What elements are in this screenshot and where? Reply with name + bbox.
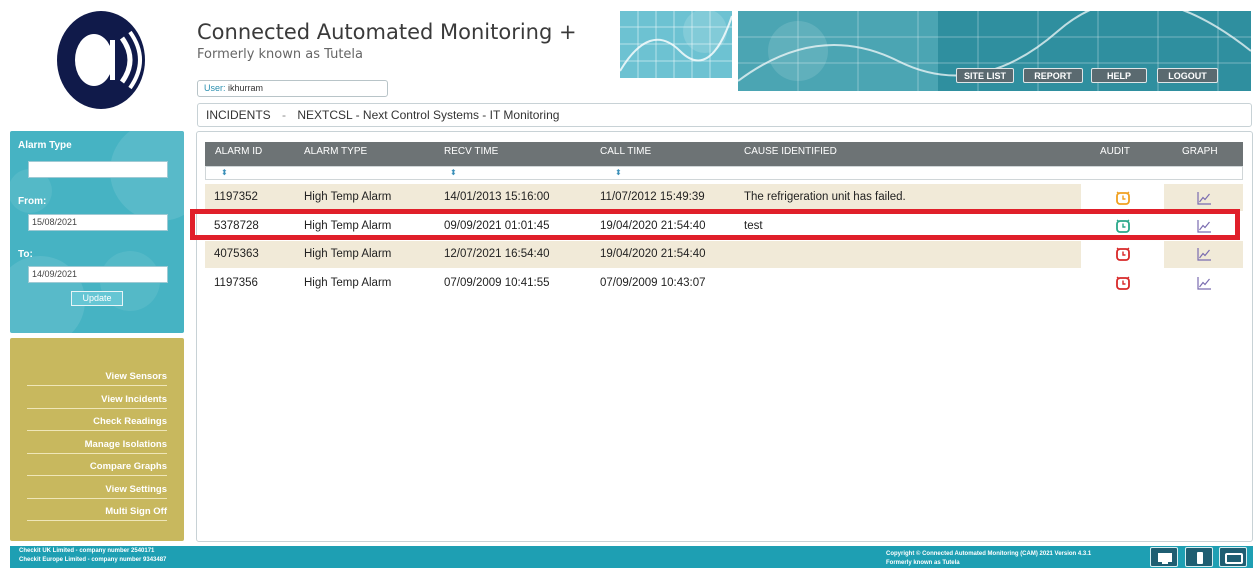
cell-call-time: 19/04/2020 21:54:40 [600,248,706,260]
cell-recv-time: 07/09/2009 10:41:55 [444,277,550,289]
footer-copyright: Copyright © Connected Automated Monitori… [886,550,1091,568]
update-button[interactable]: Update [71,291,123,306]
cell-alarm-type: High Temp Alarm [304,277,392,289]
cell-alarm-id: 4075363 [214,248,259,260]
alarm-clock-icon[interactable] [1115,246,1131,262]
col-cause-identified[interactable]: CAUSE IDENTIFIED [744,146,837,157]
cell-alarm-type: High Temp Alarm [304,248,392,260]
col-alarm-type[interactable]: ALARM TYPE [304,146,367,157]
tablet-view-button[interactable] [1219,547,1247,567]
from-label: From: [18,196,47,207]
menu-multi-sign-off[interactable]: Multi Sign Off [27,502,167,521]
line-chart-icon[interactable] [1196,190,1212,206]
cell-recv-time: 12/07/2021 16:54:40 [444,248,550,260]
desktop-view-button[interactable] [1150,547,1178,567]
breadcrumb: INCIDENTS - NEXTCSL - Next Control Syste… [197,103,1252,127]
menu-manage-isolations[interactable]: Manage Isolations [27,435,167,454]
menu-check-readings[interactable]: Check Readings [27,412,167,431]
sort-icon[interactable]: ⬍ [450,168,457,177]
alarm-type-label: Alarm Type [18,140,72,151]
row-highlight-annotation [190,209,1240,240]
site-list-button[interactable]: SITE LIST [956,68,1014,83]
cell-alarm-id: 1197352 [214,191,258,203]
logout-button[interactable]: LOGOUT [1157,68,1218,83]
user-field: User: ikhurram [197,80,388,97]
footer: Checkit UK Limited - company number 2540… [10,546,1253,568]
breadcrumb-separator: - [282,108,287,122]
to-label: To: [18,249,33,260]
menu-view-settings[interactable]: View Settings [27,480,167,499]
to-date-input[interactable]: 14/09/2021 [28,266,168,283]
alarm-clock-icon[interactable] [1115,275,1131,291]
footer-copyright-line: Copyright © Connected Automated Monitori… [886,551,1092,557]
col-call-time[interactable]: CALL TIME [600,146,651,157]
sort-icon[interactable]: ⬍ [221,168,228,177]
help-button[interactable]: HELP [1091,68,1147,83]
header-banner-image [620,11,732,78]
user-value: ikhurram [228,83,264,93]
breadcrumb-section[interactable]: INCIDENTS [206,108,271,122]
cell-cause: The refrigeration unit has failed. [744,191,906,203]
col-graph: GRAPH [1182,146,1218,157]
footer-company-europe: Checkit Europe Limited - company number … [19,557,167,563]
tablet-icon [1225,553,1243,564]
from-date-input[interactable]: 15/08/2021 [28,214,168,231]
line-chart-icon[interactable] [1196,246,1212,262]
footer-company-uk: Checkit UK Limited - company number 2540… [19,548,155,554]
cell-call-time: 11/07/2012 15:49:39 [600,191,705,203]
user-label: User: [204,83,226,93]
col-audit: AUDIT [1100,146,1130,157]
mobile-icon [1197,552,1203,564]
menu-view-sensors[interactable]: View Sensors [27,367,167,386]
line-chart-icon[interactable] [1196,275,1212,291]
menu-compare-graphs[interactable]: Compare Graphs [27,457,167,476]
col-recv-time[interactable]: RECV TIME [444,146,498,157]
footer-formerly-line: Formerly known as Tutela [886,560,960,566]
app-title: Connected Automated Monitoring + [197,20,577,44]
breadcrumb-site[interactable]: NEXTCSL - Next Control Systems - IT Moni… [297,108,559,122]
cell-recv-time: 14/01/2013 15:16:00 [444,191,550,203]
cell-alarm-id: 1197356 [214,277,258,289]
sort-row [205,166,1243,180]
cell-alarm-type: High Temp Alarm [304,191,392,203]
col-alarm-id[interactable]: ALARM ID [215,146,262,157]
menu-view-incidents[interactable]: View Incidents [27,390,167,409]
alarm-clock-icon[interactable] [1115,190,1131,206]
sort-icon[interactable]: ⬍ [615,168,622,177]
cam-logo [57,11,145,109]
report-button[interactable]: REPORT [1023,68,1083,83]
desktop-icon [1158,553,1172,564]
footer-company-info: Checkit UK Limited - company number 2540… [19,547,166,565]
cell-call-time: 07/09/2009 10:43:07 [600,277,706,289]
app-subtitle: Formerly known as Tutela [197,47,364,62]
alarm-type-input[interactable] [28,161,168,178]
mobile-view-button[interactable] [1185,547,1213,567]
